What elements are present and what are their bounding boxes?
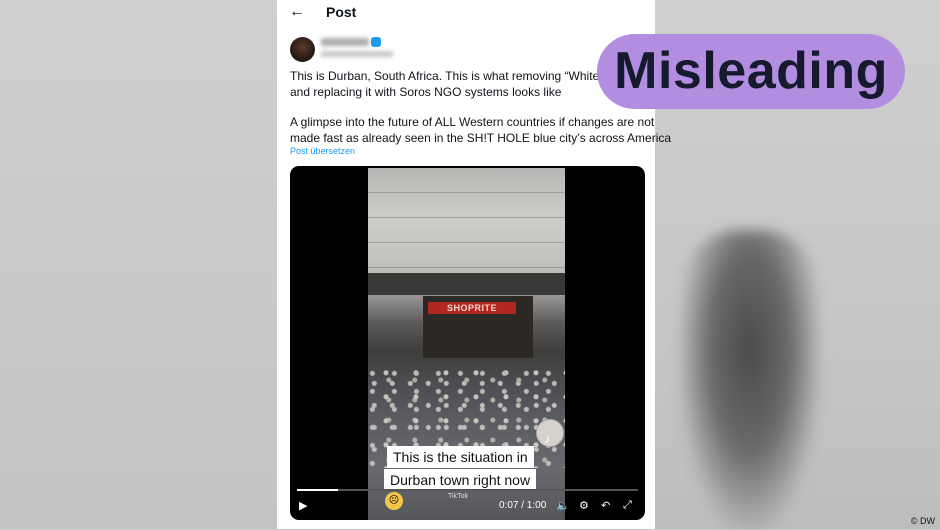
fullscreen-icon[interactable]: ⤢: [623, 499, 632, 512]
post-text-line: A glimpse into the future of ALL Western…: [290, 115, 655, 129]
rotate-icon[interactable]: ↶: [601, 499, 610, 512]
building-wall: [368, 168, 565, 273]
post-text-line: This is Durban, South Africa. This is wh…: [290, 69, 626, 83]
video-player[interactable]: SHOPRITE ♪ This is the situation in Durb…: [290, 166, 645, 520]
avatar[interactable]: [290, 37, 315, 62]
post-header: ← Post: [277, 0, 655, 26]
tiktok-avatar: [536, 419, 564, 447]
video-caption-line: Durban town right now: [384, 469, 537, 491]
store-awning: [368, 273, 565, 295]
video-progress-bar[interactable]: [297, 489, 638, 491]
video-time: 0:07 / 1:00: [499, 500, 547, 511]
verified-icon: [371, 37, 381, 47]
fact-check-label: Misleading: [597, 34, 905, 109]
video-caption-line: This is the situation in: [387, 446, 534, 468]
settings-gear-icon[interactable]: ⚙: [579, 499, 589, 512]
video-progress-fill: [297, 489, 338, 491]
post-text-line: made fast as already seen in the SH!T HO…: [290, 131, 672, 145]
blurred-figure: [680, 230, 820, 530]
post-text-line: and replacing it with Soros NGO systems …: [290, 85, 562, 99]
tiktok-icon: ♪: [544, 432, 550, 446]
author-handle-blurred[interactable]: [321, 51, 393, 57]
store-sign: SHOPRITE: [428, 302, 516, 314]
back-arrow-icon[interactable]: ←: [289, 3, 307, 21]
emoji-icon: ☹: [385, 492, 403, 510]
author-name-blurred[interactable]: [321, 38, 369, 46]
volume-icon[interactable]: 🔈: [556, 499, 570, 512]
fact-check-label-text: Misleading: [614, 42, 888, 100]
play-icon[interactable]: ▶: [299, 499, 307, 512]
tiktok-watermark: TikTok: [448, 493, 468, 500]
background-left: [0, 0, 277, 529]
credit-text: © DW: [910, 516, 935, 526]
page-title: Post: [326, 4, 357, 20]
translate-link[interactable]: Post übersetzen: [290, 146, 355, 156]
